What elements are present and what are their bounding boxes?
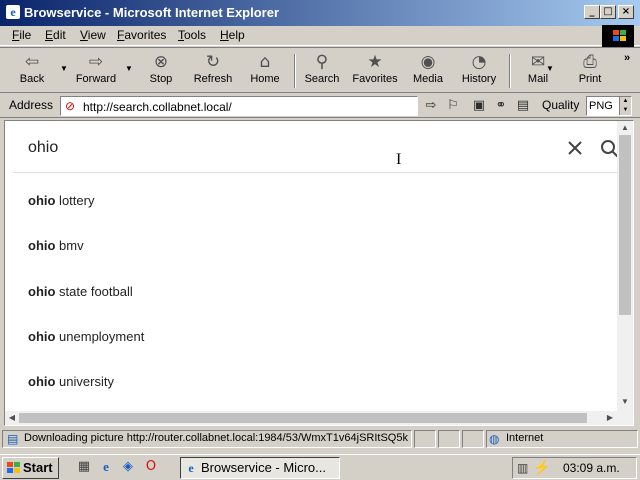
back-arrow-icon: ⇦ — [24, 52, 40, 72]
page-loading-icon: ▤ — [7, 432, 19, 446]
internet-zone-icon: ◍ — [489, 432, 500, 446]
scroll-down-icon[interactable]: ▼ — [617, 395, 633, 409]
windows-logo-icon — [602, 25, 634, 47]
vertical-scrollbar[interactable]: ▲ ▼ — [617, 121, 633, 411]
taskbar: Start ▦ e ◈ O e Browservice - Micro... ▥… — [0, 454, 640, 480]
quality-spinner-icon[interactable]: ▲ ▼ — [619, 97, 631, 115]
history-icon: ◔ — [471, 52, 487, 72]
opera-quicklaunch-icon[interactable]: O — [143, 459, 159, 475]
suggestion-item[interactable]: ohio unemployment — [28, 329, 144, 344]
scroll-right-icon[interactable]: ▶ — [603, 411, 617, 425]
print-icon: ⎙ — [583, 52, 597, 72]
toolbar-overflow-icon[interactable]: » — [624, 52, 630, 64]
print-button[interactable]: ⎙ Print — [570, 51, 610, 91]
status-bar: ▤ Downloading picture http://router.coll… — [0, 429, 640, 449]
favorites-button[interactable]: ★ Favorites — [349, 51, 401, 91]
home-button[interactable]: ⌂ Home — [244, 51, 286, 91]
page-blocked-icon: ⊘ — [65, 99, 76, 113]
search-button[interactable]: ⚲ Search — [300, 51, 344, 91]
suggestion-item[interactable]: ohio bmv — [28, 238, 84, 253]
suggestion-item[interactable]: ohio university — [28, 374, 114, 389]
minimize-button[interactable]: _ — [584, 5, 600, 19]
menu-file[interactable]: File — [12, 28, 31, 42]
back-dropdown-icon[interactable]: ▼ — [60, 64, 68, 73]
forward-button[interactable]: ⇨ Forward — [72, 51, 120, 91]
status-cell — [462, 430, 484, 448]
menu-edit[interactable]: Edit — [45, 28, 66, 42]
media-icon: ◉ — [420, 52, 436, 72]
suggestion-item[interactable]: ohio state football — [28, 284, 133, 299]
search-globe-icon: ⚲ — [315, 52, 329, 72]
ie-quicklaunch-icon[interactable]: e — [98, 459, 114, 475]
refresh-button[interactable]: ↻ Refresh — [190, 51, 236, 91]
outlook-quicklaunch-icon[interactable]: ◈ — [120, 459, 136, 475]
close-button[interactable]: × — [618, 5, 634, 19]
forward-arrow-icon: ⇨ — [88, 52, 104, 72]
quality-select[interactable]: PNG ▲ ▼ — [586, 96, 632, 116]
scroll-left-icon[interactable]: ◀ — [5, 411, 19, 425]
security-alert-icon[interactable]: ⚡ — [533, 459, 550, 476]
task-browservice[interactable]: e Browservice - Micro... — [180, 457, 340, 479]
toolbar-separator — [294, 54, 296, 88]
title-bar: e Browservice - Microsoft Internet Explo… — [0, 0, 640, 26]
save-icon[interactable]: ▣ — [471, 98, 487, 114]
mail-dropdown-icon[interactable]: ▼ — [546, 64, 554, 73]
page-viewport: ohio I ohio lottery ohio bmv ohio state … — [4, 120, 634, 426]
quality-label: Quality — [542, 98, 580, 112]
menu-tools[interactable]: Tools — [178, 28, 206, 42]
stop-icon: ⊗ — [153, 52, 169, 72]
system-tray: ▥ ⚡ 03:09 a.m. — [512, 457, 637, 479]
horizontal-scroll-thumb[interactable] — [19, 413, 587, 423]
clear-icon[interactable] — [566, 139, 584, 157]
home-icon: ⌂ — [259, 52, 271, 72]
menu-view[interactable]: View — [80, 28, 106, 42]
history-button[interactable]: ◔ History — [457, 51, 501, 91]
standard-toolbar: ⇦ Back ▼ ⇨ Forward ▼ ⊗ Stop ↻ Refresh ⌂ … — [0, 47, 640, 93]
menu-bar: File Edit View Favorites Tools Help — [0, 26, 640, 46]
status-text: Downloading picture http://router.collab… — [24, 432, 408, 444]
find-binoculars-icon[interactable]: ⚭ — [493, 98, 509, 114]
vertical-scroll-thumb[interactable] — [619, 135, 631, 315]
refresh-icon: ↻ — [205, 52, 221, 72]
suggestion-item[interactable]: ohio lottery — [28, 193, 94, 208]
text-cursor-icon: I — [396, 151, 402, 168]
maximize-button[interactable]: □ — [600, 5, 616, 19]
search-input[interactable]: ohio — [28, 139, 58, 157]
show-desktop-icon[interactable]: ▦ — [76, 459, 92, 475]
windows-flag-icon — [7, 462, 20, 473]
go-arrow-icon[interactable]: ⇨ — [423, 98, 439, 114]
bookmark-icon[interactable]: ⚐ — [445, 98, 461, 114]
forward-dropdown-icon[interactable]: ▼ — [125, 64, 133, 73]
network-icon[interactable]: ▥ — [517, 461, 528, 475]
zone-label: Internet — [506, 432, 544, 444]
back-button[interactable]: ⇦ Back — [12, 51, 52, 91]
stop-button[interactable]: ⊗ Stop — [141, 51, 181, 91]
media-button[interactable]: ◉ Media — [408, 51, 448, 91]
address-bar: Address ⊘ http://search.collabnet.local/… — [0, 94, 640, 118]
menu-favorites[interactable]: Favorites — [117, 28, 166, 42]
start-button[interactable]: Start — [2, 457, 59, 479]
address-input[interactable]: ⊘ http://search.collabnet.local/ — [60, 96, 418, 116]
scroll-up-icon[interactable]: ▲ — [617, 121, 633, 135]
address-label: Address — [9, 98, 54, 112]
ie-icon[interactable]: e — [6, 5, 20, 19]
clock[interactable]: 03:09 a.m. — [563, 461, 620, 475]
status-progress-cell — [414, 430, 436, 448]
status-cell — [438, 430, 460, 448]
horizontal-scrollbar[interactable]: ◀ ▶ — [5, 411, 633, 425]
ie-icon: e — [188, 461, 194, 475]
clipboard-icon[interactable]: ▤ — [515, 98, 531, 114]
toolbar-separator — [509, 54, 511, 88]
search-box[interactable]: ohio — [13, 121, 619, 173]
window-title: Browservice - Microsoft Internet Explore… — [24, 5, 280, 20]
favorites-folder-icon: ★ — [367, 52, 383, 72]
menu-help[interactable]: Help — [220, 28, 245, 42]
address-url[interactable]: http://search.collabnet.local/ — [83, 100, 232, 114]
